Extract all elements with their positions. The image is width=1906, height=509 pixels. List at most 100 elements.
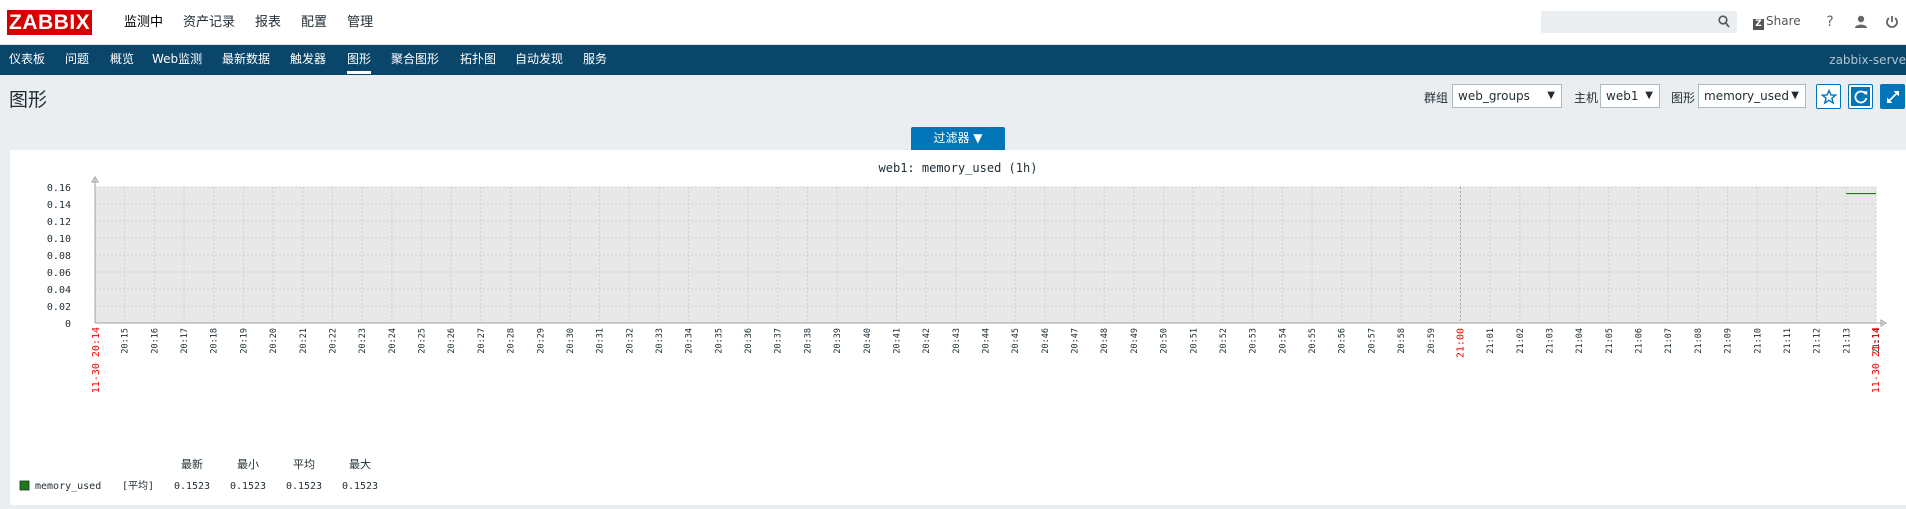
graph-panel: web1: memory_used (1h) 0.16 0.14 0.12 0.10 0… — [10, 150, 1906, 505]
x-tick-label: 20:27 — [477, 328, 487, 354]
nav-item[interactable]: 问题 — [65, 45, 89, 75]
dropdown-arrow-icon: ▼ — [1791, 90, 1799, 101]
nav-item[interactable]: 仪表板 — [9, 45, 45, 75]
graph-label: 图形 — [1671, 91, 1696, 105]
fullscreen-button[interactable] — [1880, 84, 1905, 109]
top-menu: 监测中 资产记录 报表 配置 管理 — [124, 0, 393, 45]
refresh-button[interactable] — [1848, 84, 1873, 109]
legend-header: 平均 — [293, 458, 315, 471]
x-tick-label: 20:30 — [566, 328, 576, 354]
x-tick-label: 21:05 — [1605, 328, 1615, 354]
top-menu-item[interactable]: 管理 — [347, 0, 373, 45]
star-icon — [1821, 89, 1837, 105]
search-icon[interactable] — [1718, 15, 1730, 29]
x-tick-label: 20:34 — [685, 328, 695, 354]
x-tick-label: 20:58 — [1397, 328, 1407, 354]
x-tick-label: 20:15 — [121, 328, 131, 354]
x-tick-label: 20:20 — [269, 328, 279, 354]
legend-header: 最大 — [349, 457, 371, 471]
share-icon: Z — [1753, 19, 1764, 30]
top-menu-item[interactable]: 资产记录 — [183, 0, 235, 45]
x-tick-label: 20:21 — [299, 328, 309, 354]
x-tick-label: 20:43 — [952, 328, 962, 354]
group-select[interactable]: web_groups ▼ — [1452, 84, 1562, 108]
zabbix-logo[interactable]: ZABBIX — [7, 10, 93, 35]
dropdown-arrow-icon: ▼ — [1547, 90, 1555, 101]
refresh-icon — [1854, 90, 1868, 104]
x-tick-label: 20:56 — [1338, 328, 1348, 354]
nav-item[interactable]: 自动发现 — [515, 45, 563, 75]
search-box — [1541, 11, 1737, 33]
y-tick-label: 0.14 — [47, 200, 71, 211]
top-menu-item[interactable]: 监测中 — [124, 0, 163, 45]
group-select-value: web_groups — [1458, 89, 1530, 103]
x-tick-label: 20:54 — [1278, 328, 1288, 354]
legend-func: [平均] — [122, 480, 154, 492]
top-menu-item[interactable]: 配置 — [301, 0, 327, 45]
y-tick-label: 0.02 — [47, 302, 71, 313]
y-tick-label: 0.08 — [47, 251, 71, 262]
zabbix-app: ZABBIX 监测中 资产记录 报表 配置 管理 Z Share ? 仪表板 问题 概览 Web… — [0, 0, 1906, 509]
server-name: zabbix-serve — [1829, 53, 1906, 67]
x-tick-label: 20:45 — [1011, 328, 1021, 354]
x-tick-label: 20:44 — [982, 328, 992, 354]
x-tick-label: 20:47 — [1071, 328, 1081, 354]
x-tick-label: 20:23 — [358, 328, 368, 354]
x-tick-label: 20:32 — [625, 328, 635, 354]
x-tick-label: 20:57 — [1367, 328, 1377, 354]
nav-item[interactable]: 聚合图形 — [391, 45, 439, 75]
x-tick-label: 20:25 — [418, 328, 428, 354]
x-tick-label: 21:10 — [1753, 328, 1763, 354]
x-tick-label: 20:39 — [833, 328, 843, 354]
share-link[interactable]: Z Share — [1753, 14, 1801, 30]
x-tick-label: 21:01 — [1486, 328, 1496, 354]
share-label: Share — [1766, 14, 1801, 28]
x-tick-label: 20:16 — [150, 328, 160, 354]
x-tick-label: 20:53 — [1249, 328, 1259, 354]
x-tick-label: 20:29 — [536, 328, 546, 354]
x-tick-label: 20:41 — [892, 328, 902, 354]
user-icon[interactable] — [1853, 14, 1869, 30]
x-tick-label: 20:31 — [596, 328, 606, 354]
group-label: 群组 — [1424, 91, 1449, 105]
dropdown-arrow-icon: ▼ — [1645, 90, 1653, 101]
y-tick-label: 0.04 — [47, 285, 71, 296]
host-label: 主机 — [1574, 91, 1599, 105]
x-tick-label: 20:59 — [1427, 328, 1437, 354]
x-tick-label: 20:28 — [507, 328, 517, 354]
host-select-value: web1 — [1606, 89, 1639, 103]
power-icon[interactable] — [1884, 14, 1900, 30]
x-tick-label: 21:08 — [1694, 328, 1704, 354]
legend-value: 0.1523 — [174, 481, 210, 492]
nav-item[interactable]: 概览 — [110, 45, 134, 75]
filter-toggle-tab[interactable]: 过滤器 ▼ — [911, 127, 1005, 150]
x-tick-label: 21:04 — [1575, 328, 1585, 354]
nav-item[interactable]: 最新数据 — [222, 45, 270, 75]
x-tick-label: 20:42 — [922, 328, 932, 354]
top-menu-item[interactable]: 报表 — [255, 0, 281, 45]
x-tick-label: 20:22 — [328, 328, 338, 354]
search-input[interactable] — [1546, 14, 1706, 30]
nav-item[interactable]: Web监测 — [152, 45, 202, 75]
x-tick-label: 20:24 — [388, 328, 398, 354]
x-tick-label: 21:07 — [1664, 328, 1674, 354]
page-title: 图形 — [9, 89, 48, 111]
legend-header: 最小 — [237, 458, 259, 471]
nav-item[interactable]: 服务 — [583, 45, 607, 75]
x-tick-label: 21:06 — [1635, 328, 1645, 354]
x-tick-label: 20:35 — [714, 328, 724, 354]
legend-value: 0.1523 — [230, 481, 266, 492]
x-start-label: 11-30 20:14 — [91, 327, 102, 393]
nav-item[interactable]: 拓扑图 — [460, 45, 496, 75]
help-icon[interactable]: ? — [1822, 14, 1838, 30]
nav-item[interactable]: 触发器 — [290, 45, 326, 75]
y-tick-label: 0.16 — [47, 183, 71, 194]
nav-item[interactable]: 图形 — [347, 45, 372, 74]
x-tick-label: 20:46 — [1041, 328, 1051, 354]
x-tick-label: 20:50 — [1160, 328, 1170, 354]
graph-select[interactable]: memory_used ▼ — [1698, 84, 1806, 108]
favorite-button[interactable] — [1816, 84, 1841, 109]
host-select[interactable]: web1 ▼ — [1600, 84, 1660, 108]
x-tick-label: 21:02 — [1516, 328, 1526, 354]
top-bar: ZABBIX 监测中 资产记录 报表 配置 管理 Z Share ? — [0, 0, 1906, 45]
